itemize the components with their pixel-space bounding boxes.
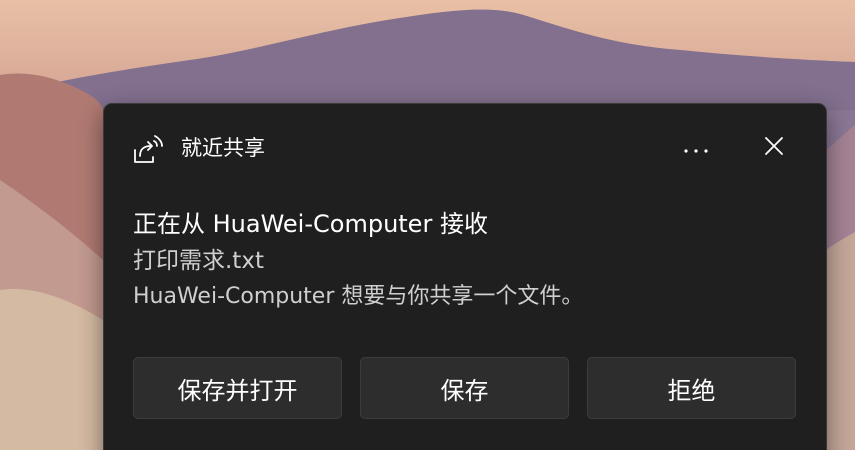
more-options-button[interactable] [676,130,716,166]
close-icon [764,136,784,160]
notification-actions: 保存并打开 保存 拒绝 [133,357,797,421]
notification-message: HuaWei-Computer 想要与你共享一个文件。 [133,284,584,309]
decline-button[interactable]: 拒绝 [587,357,796,419]
notification-title: 正在从 HuaWei-Computer 接收 [133,210,488,238]
notification-header: 就近共享 [104,104,826,192]
save-and-open-button[interactable]: 保存并打开 [133,357,342,419]
save-button[interactable]: 保存 [360,357,569,419]
file-name: 打印需求.txt [133,248,264,274]
nearby-share-notification: 就近共享 正在从 HuaWei-Computer 接收 打印需求.txt Hua… [103,103,827,450]
app-name: 就近共享 [181,136,265,160]
close-button[interactable] [754,130,794,166]
nearby-share-icon [132,132,166,166]
more-options-icon [683,139,709,158]
desktop: 就近共享 正在从 HuaWei-Computer 接收 打印需求.txt Hua… [0,0,855,450]
